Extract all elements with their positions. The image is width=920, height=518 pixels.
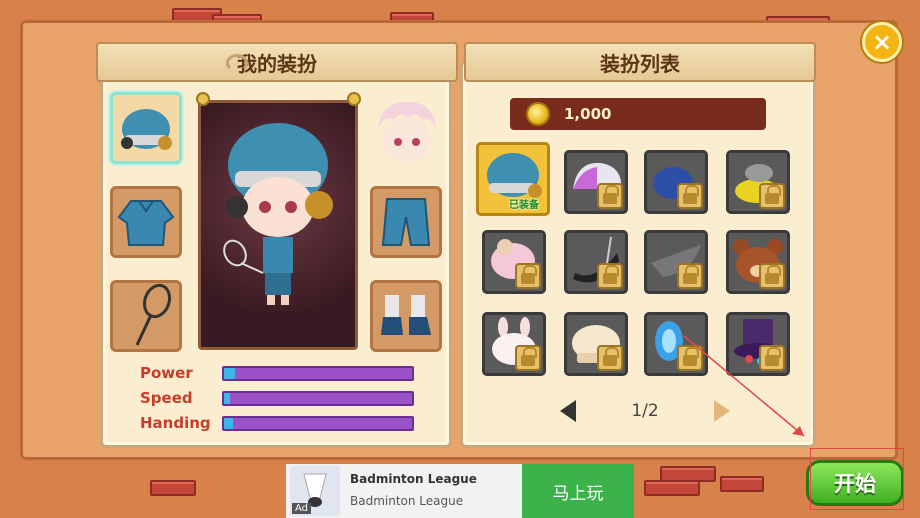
stat-fill-speed <box>224 393 230 404</box>
ad-title: Badminton League <box>350 472 477 486</box>
stat-bar-speed <box>222 391 414 406</box>
frame-stud <box>347 92 361 106</box>
stat-label-handing: Handing <box>140 414 211 432</box>
lock-icon <box>597 183 623 209</box>
ad-subtitle: Badminton League <box>350 494 464 508</box>
jacket-icon <box>117 200 175 246</box>
lock-icon <box>759 183 785 209</box>
frame-stud <box>196 92 210 106</box>
item-blue-hat[interactable]: 已装备 <box>476 142 550 216</box>
pants-icon <box>381 198 431 246</box>
prev-page-arrow-icon[interactable] <box>560 400 576 422</box>
character-preview <box>198 100 358 350</box>
ad-banner[interactable]: Ad Badminton League Badminton League 马上玩 <box>286 464 634 518</box>
shoes-icon <box>381 295 431 335</box>
close-icon: × <box>871 28 893 56</box>
lock-icon <box>597 345 623 371</box>
decor-brick <box>644 480 700 496</box>
stat-fill-handing <box>224 418 234 429</box>
game-screen: 我的装扮 Power Speed Handing 装扮列表 1,000 已装备 … <box>0 0 920 518</box>
item-boxing-glove[interactable] <box>564 312 628 376</box>
face-icon <box>378 101 436 162</box>
coin-amount: 1,000 <box>564 105 612 123</box>
stat-fill-power <box>224 368 236 379</box>
coin-icon <box>526 102 550 126</box>
outfit-list-title: 装扮列表 <box>600 51 680 76</box>
my-outfit-title: 我的装扮 <box>237 51 317 76</box>
annotation-highlight-box <box>810 448 904 510</box>
page-indicator: 1/2 <box>631 401 659 421</box>
close-button[interactable]: × <box>862 22 902 62</box>
ad-play-button[interactable]: 马上玩 <box>522 464 634 518</box>
lock-icon <box>677 263 703 289</box>
lock-icon <box>677 183 703 209</box>
stat-bar-power <box>222 366 414 381</box>
hat-icon <box>121 109 172 150</box>
slot-hat[interactable] <box>110 92 182 164</box>
stat-label-speed: Speed <box>140 389 193 407</box>
coin-balance: 1,000 <box>510 98 766 130</box>
lock-icon <box>515 263 541 289</box>
stat-label-power: Power <box>140 364 193 382</box>
lock-icon <box>759 263 785 289</box>
lock-icon <box>515 345 541 371</box>
annotation-arrow-icon <box>683 335 805 437</box>
slot-top[interactable] <box>110 186 182 258</box>
shuttlecock-icon: Ad <box>290 466 340 516</box>
slot-shoes[interactable] <box>370 280 442 352</box>
character-sprite <box>223 123 333 305</box>
item-pink-cap[interactable] <box>564 150 628 214</box>
outfit-list-banner: 装扮列表 <box>464 42 816 82</box>
character-face-icon[interactable] <box>372 98 440 168</box>
item-bear-hat[interactable] <box>726 230 790 294</box>
item-bunny-hat[interactable] <box>482 312 546 376</box>
slot-pants[interactable] <box>370 186 442 258</box>
item-dark-mask[interactable] <box>564 230 628 294</box>
racket-icon <box>135 283 172 346</box>
item-gray-wing[interactable] <box>644 230 708 294</box>
stat-bar-handing <box>222 416 414 431</box>
decor-brick <box>150 480 196 496</box>
decor-brick <box>720 476 764 492</box>
item-pink-bonnet[interactable] <box>482 230 546 294</box>
my-outfit-banner: 我的装扮 <box>96 42 528 82</box>
slot-racket[interactable] <box>110 280 182 352</box>
lock-icon <box>597 263 623 289</box>
item-yellow-cat-hat[interactable] <box>726 150 790 214</box>
equipped-label: 已装备 <box>509 200 539 211</box>
ad-badge: Ad <box>292 503 312 514</box>
decor-curl <box>226 54 248 72</box>
item-baseball-cap[interactable] <box>644 150 708 214</box>
